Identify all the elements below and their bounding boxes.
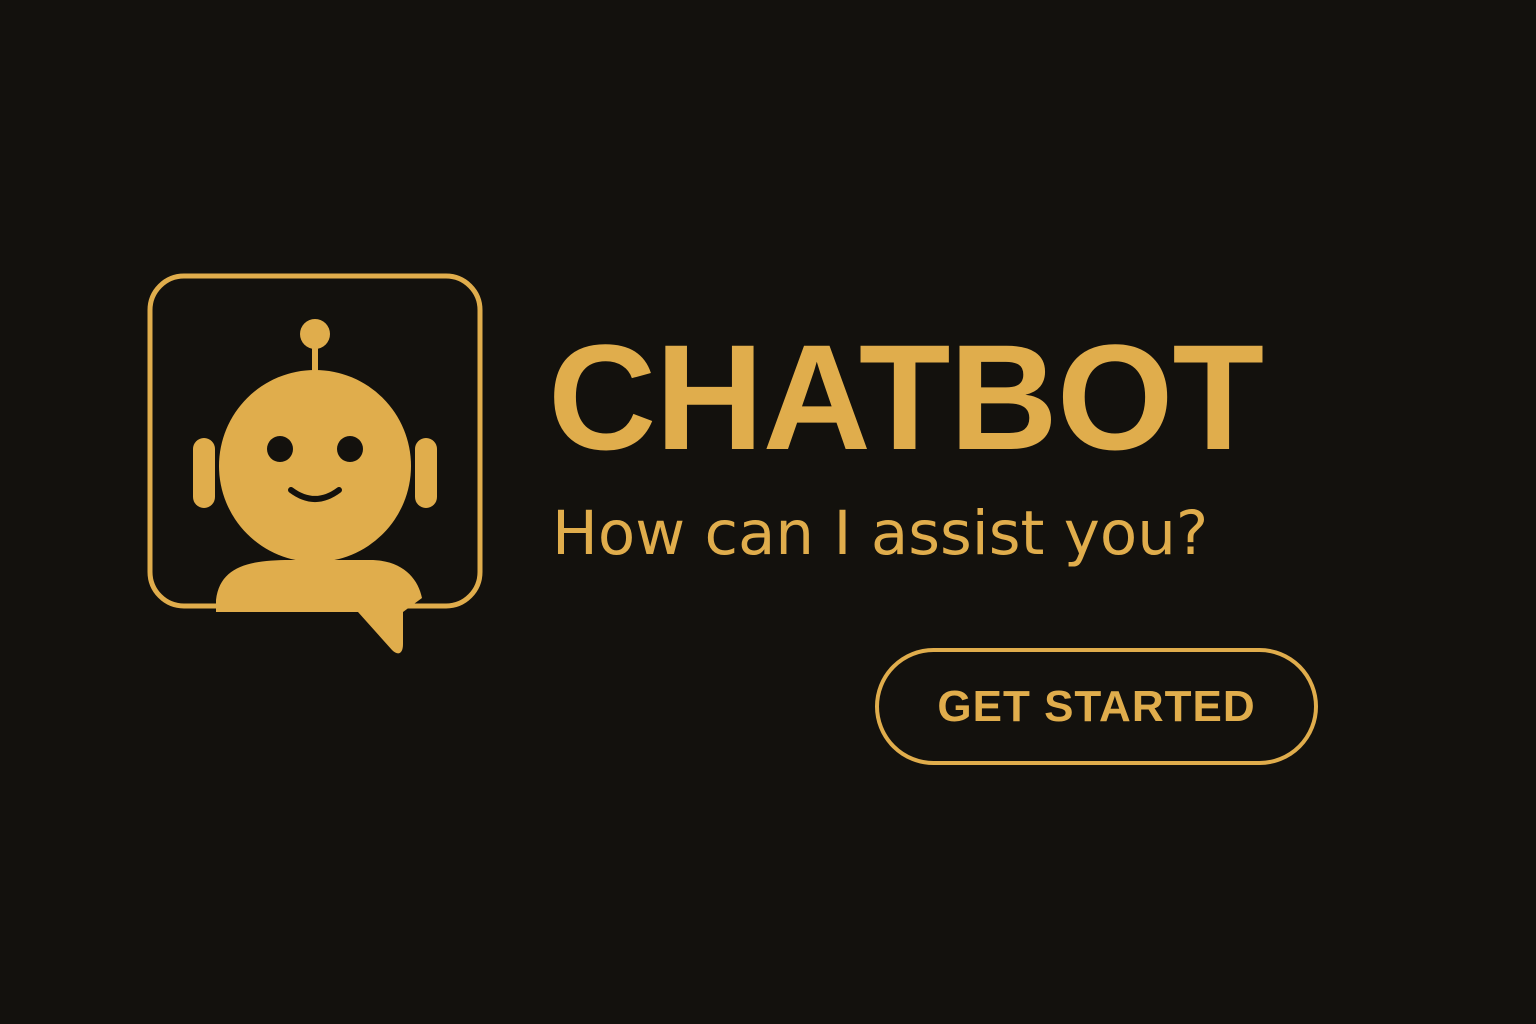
robot-chat-bubble-icon xyxy=(147,273,483,654)
get-started-button[interactable]: GET STARTED xyxy=(875,648,1318,765)
robot-ear-left xyxy=(193,438,215,508)
robot-antenna-tip xyxy=(300,319,330,349)
robot-ear-right xyxy=(415,438,437,508)
robot-eye-left xyxy=(267,436,293,462)
app-title: CHATBOT xyxy=(548,313,1264,481)
chatbot-logo xyxy=(140,266,500,666)
tagline: How can I assist you? xyxy=(552,498,1209,569)
robot-eye-right xyxy=(337,436,363,462)
robot-body-bubble xyxy=(216,560,422,654)
robot-head xyxy=(219,370,411,562)
